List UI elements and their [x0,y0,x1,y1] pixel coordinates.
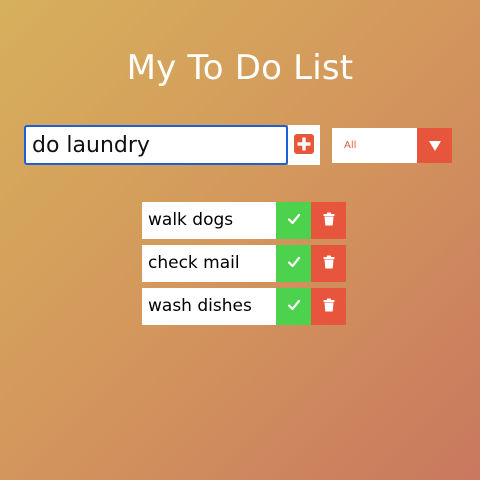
trash-icon [323,212,335,229]
check-icon [287,256,301,271]
page-title: My To Do List [126,47,354,88]
todo-input[interactable] [24,125,288,165]
todo-list: walk dogs check mail wash dishes [142,202,346,331]
add-todo-button[interactable] [288,125,320,165]
todo-text: check mail [148,253,240,273]
list-item: walk dogs [142,202,346,239]
caret-down-icon[interactable] [417,128,452,163]
filter-select[interactable]: All [332,128,452,163]
trash-icon [323,298,335,315]
list-item: check mail [142,245,346,282]
todo-text: walk dogs [148,210,234,230]
list-item: wash dishes [142,288,346,325]
todo-text: wash dishes [148,296,252,316]
trash-icon [323,255,335,272]
trash-button[interactable] [311,202,346,239]
filter-selected-value: All [344,140,357,151]
trash-button[interactable] [311,245,346,282]
check-icon [287,213,301,228]
trash-button[interactable] [311,288,346,325]
complete-button[interactable] [276,202,311,239]
todo-form: All [24,125,464,165]
check-icon [287,299,301,314]
plus-square-icon [293,133,315,158]
complete-button[interactable] [276,245,311,282]
complete-button[interactable] [276,288,311,325]
